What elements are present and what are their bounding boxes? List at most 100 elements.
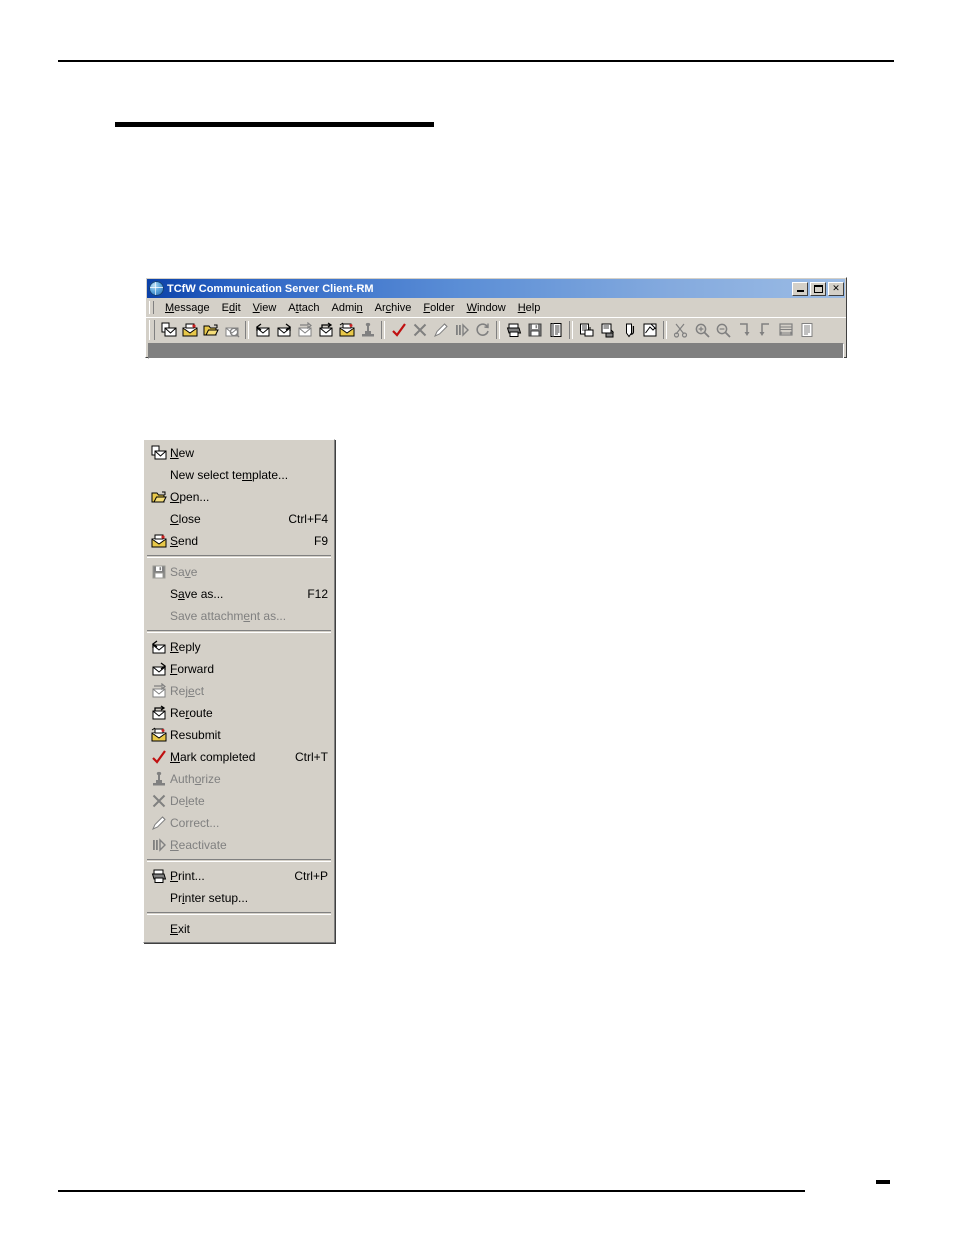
menu-item-label: Reroute <box>170 706 213 720</box>
copy-to-folder-icon[interactable] <box>576 320 597 340</box>
menu-item-shortcut: F9 <box>313 534 328 548</box>
menu-item-new[interactable]: New <box>144 442 334 464</box>
send-message-icon[interactable] <box>179 320 200 340</box>
menu-item-save-as[interactable]: Save as... F12 <box>144 583 334 605</box>
correct-pencil-icon[interactable] <box>430 320 451 340</box>
edit-note-icon[interactable] <box>639 320 660 340</box>
menu-icon-placeholder <box>148 920 170 938</box>
client-area <box>148 343 844 359</box>
cut-scissors-icon[interactable] <box>670 320 691 340</box>
zoom-out-icon[interactable] <box>712 320 733 340</box>
menu-icon-placeholder <box>148 466 170 484</box>
menu-archive[interactable]: Archive <box>369 302 418 314</box>
menu-item-label: Reply <box>170 640 201 654</box>
reroute-icon[interactable] <box>315 320 336 340</box>
menu-item-label: Save as... <box>170 587 224 601</box>
reactivate-icon[interactable] <box>451 320 472 340</box>
application-window: TCfW Communication Server Client-RM ✕ Me… <box>145 277 847 359</box>
previous-item-icon[interactable] <box>754 320 775 340</box>
menu-item-reroute[interactable]: Reroute <box>144 702 334 724</box>
menu-grip-handle[interactable] <box>149 301 154 314</box>
menu-item-resubmit[interactable]: Resubmit <box>144 724 334 746</box>
mark-completed-check-icon <box>148 748 170 766</box>
reply-icon <box>148 638 170 656</box>
menu-item-shortcut: F12 <box>307 587 328 601</box>
menu-item-send[interactable]: Send F9 <box>144 530 334 552</box>
menu-item-authorize: Authorize <box>144 768 334 790</box>
refresh-icon[interactable] <box>472 320 493 340</box>
reply-icon[interactable] <box>252 320 273 340</box>
message-dropdown-menu: New New select template... Open... Close Ctr… <box>143 439 335 943</box>
delete-x-icon[interactable] <box>409 320 430 340</box>
toolbar-grip-handle[interactable] <box>149 320 155 340</box>
open-folder-icon[interactable] <box>200 320 221 340</box>
menu-window[interactable]: Window <box>461 302 512 314</box>
menu-folder[interactable]: Folder <box>417 302 460 314</box>
new-message-icon <box>148 444 170 462</box>
menu-item-delete: Delete <box>144 790 334 812</box>
menu-icon-placeholder <box>148 889 170 907</box>
reject-icon[interactable] <box>294 320 315 340</box>
menu-item-forward[interactable]: Forward <box>144 658 334 680</box>
zoom-in-icon[interactable] <box>691 320 712 340</box>
correct-pencil-icon <box>148 814 170 832</box>
forward-icon[interactable] <box>273 320 294 340</box>
report-icon[interactable] <box>545 320 566 340</box>
menu-item-label: Open... <box>170 490 210 504</box>
resubmit-icon <box>148 726 170 744</box>
menu-item-label: Delete <box>170 794 205 808</box>
menu-item-label: Send <box>170 534 199 548</box>
reactivate-icon <box>148 836 170 854</box>
menu-icon-placeholder <box>148 607 170 625</box>
menu-item-shortcut: Ctrl+P <box>294 869 328 883</box>
mark-completed-check-icon[interactable] <box>388 320 409 340</box>
fit-width-icon[interactable] <box>775 320 796 340</box>
next-item-icon[interactable] <box>733 320 754 340</box>
menu-item-printer-setup[interactable]: Printer setup... <box>144 887 334 909</box>
globe-icon <box>149 281 164 296</box>
close-button[interactable]: ✕ <box>828 281 844 296</box>
list-view-icon[interactable] <box>796 320 817 340</box>
resubmit-icon[interactable] <box>336 320 357 340</box>
send-message-icon <box>148 532 170 550</box>
menu-view[interactable]: View <box>247 302 283 314</box>
menu-item-mark-completed[interactable]: Mark completed Ctrl+T <box>144 746 334 768</box>
menu-item-close[interactable]: Close Ctrl+F4 <box>144 508 334 530</box>
menu-admin[interactable]: Admin <box>325 302 368 314</box>
menu-help[interactable]: Help <box>512 302 547 314</box>
menu-item-reply[interactable]: Reply <box>144 636 334 658</box>
save-icon[interactable] <box>524 320 545 340</box>
menu-item-new-select-template[interactable]: New select template... <box>144 464 334 486</box>
menu-item-label: Mark completed <box>170 750 256 764</box>
toolbar-separator <box>381 321 385 339</box>
menu-edit[interactable]: Edit <box>216 302 247 314</box>
menu-item-reactivate: Reactivate <box>144 834 334 856</box>
menu-item-label: Reactivate <box>170 838 227 852</box>
menu-message[interactable]: Message <box>159 302 216 314</box>
print-icon[interactable] <box>503 320 524 340</box>
menu-separator <box>147 912 331 915</box>
menu-item-exit[interactable]: Exit <box>144 918 334 940</box>
search-message-icon[interactable] <box>221 320 242 340</box>
menu-item-label: Correct... <box>170 816 220 830</box>
authorize-stamp-icon[interactable] <box>357 320 378 340</box>
toolbar-separator <box>569 321 573 339</box>
new-message-icon[interactable] <box>158 320 179 340</box>
menu-separator <box>147 859 331 862</box>
window-title: TCfW Communication Server Client-RM <box>167 282 374 295</box>
menu-item-reject: Reject <box>144 680 334 702</box>
menu-item-label: Save attachment as... <box>170 609 287 623</box>
minimize-button[interactable] <box>792 281 808 296</box>
menu-item-open[interactable]: Open... <box>144 486 334 508</box>
print-icon <box>148 867 170 885</box>
menu-item-label: Authorize <box>170 772 221 786</box>
menu-attach[interactable]: Attach <box>282 302 325 314</box>
menu-item-print[interactable]: Print... Ctrl+P <box>144 865 334 887</box>
reroute-icon <box>148 704 170 722</box>
move-to-folder-icon[interactable] <box>597 320 618 340</box>
maximize-button[interactable] <box>810 281 826 296</box>
attach-icon[interactable] <box>618 320 639 340</box>
menu-item-shortcut: Ctrl+F4 <box>288 512 328 526</box>
reject-icon <box>148 682 170 700</box>
menu-icon-placeholder <box>148 510 170 528</box>
